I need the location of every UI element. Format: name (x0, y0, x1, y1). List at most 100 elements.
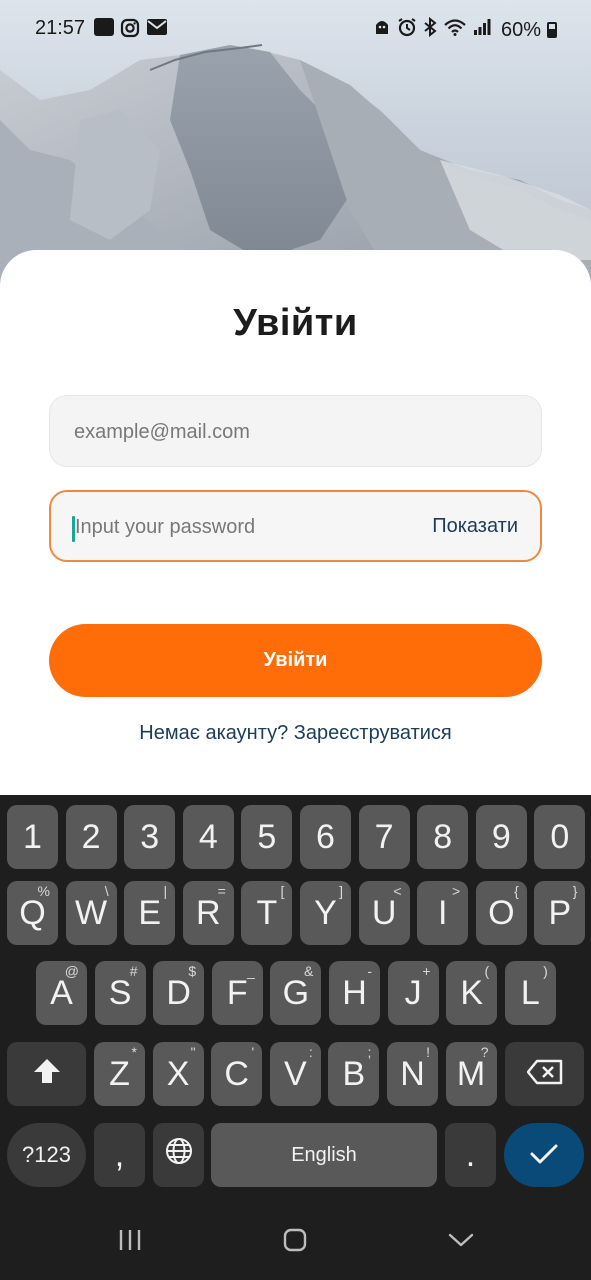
key-e[interactable]: E | (124, 881, 176, 945)
key-label: V (283, 1054, 307, 1093)
key-j[interactable]: J + (387, 961, 439, 1025)
key-label: D (166, 973, 191, 1012)
key-alt-symbol: ? (480, 1044, 489, 1060)
key-n[interactable]: N! (387, 1042, 438, 1106)
key-alt-symbol: = (217, 883, 226, 899)
key-label: C (224, 1054, 249, 1093)
comma-key[interactable]: , (94, 1123, 145, 1187)
key-alt-symbol: - (367, 963, 372, 979)
backspace-key[interactable] (505, 1042, 584, 1106)
key-alt-symbol: ] (339, 883, 343, 899)
key-9[interactable]: 9 (475, 805, 527, 869)
key-v[interactable]: V: (269, 1042, 321, 1106)
bluetooth-icon (423, 16, 437, 43)
key-label: L (520, 973, 540, 1012)
email-input[interactable] (72, 396, 406, 468)
key-5[interactable]: 5 (241, 805, 293, 869)
key-g[interactable]: G & (270, 961, 322, 1025)
key-alt-symbol: " (190, 1044, 196, 1060)
email-field[interactable] (49, 395, 542, 468)
password-input[interactable] (73, 492, 407, 562)
battery-percent: 60% (500, 18, 541, 41)
key-label: K (460, 973, 484, 1012)
key-s[interactable]: S # (94, 961, 146, 1025)
keyboard-row-qwerty: Q% W \ E | R = T[Y] U < I > O{P} (0, 881, 591, 945)
key-label: E (138, 893, 162, 932)
key-alt-symbol: ( (484, 963, 490, 979)
show-password-button[interactable]: Показати (432, 492, 518, 560)
key-alt-symbol: | (163, 883, 168, 899)
language-key[interactable] (153, 1123, 204, 1187)
key-label: 5 (257, 817, 277, 856)
alarm-icon (397, 17, 417, 43)
key-alt-symbol: & (304, 963, 314, 979)
key-label: S (108, 973, 132, 1012)
key-label: 7 (374, 817, 394, 856)
key-alt-symbol: * (131, 1044, 137, 1060)
key-q[interactable]: Q% (7, 881, 58, 945)
key-label: B (342, 1054, 366, 1093)
key-d[interactable]: D $ (153, 961, 205, 1025)
status-bar: 21:57 60% (0, 0, 591, 58)
key-alt-symbol: } (572, 883, 578, 899)
key-a[interactable]: A @ (36, 961, 87, 1025)
key-8[interactable]: 8 (417, 805, 469, 869)
key-w[interactable]: W \ (65, 881, 117, 945)
key-t[interactable]: T[ (241, 881, 293, 945)
key-label: Q (19, 893, 46, 932)
key-z[interactable]: Z * (94, 1042, 145, 1106)
key-alt-symbol: ' (251, 1044, 255, 1060)
key-i[interactable]: I > (417, 881, 469, 945)
key-alt-symbol: + (422, 963, 431, 979)
globe-icon (164, 1136, 194, 1175)
key-alt-symbol: $ (188, 963, 197, 979)
shift-key[interactable] (7, 1042, 86, 1106)
key-y[interactable]: Y] (300, 881, 351, 945)
register-link[interactable]: Немає акаунту? Зареєструватися (0, 722, 591, 745)
key-4[interactable]: 4 (182, 805, 234, 869)
key-6[interactable]: 6 (300, 805, 351, 869)
key-3[interactable]: 3 (124, 805, 176, 869)
key-l[interactable]: L) (504, 961, 556, 1025)
key-alt-symbol: ) (543, 963, 548, 979)
symbols-key[interactable]: ?123 (7, 1123, 86, 1187)
key-k[interactable]: K( (446, 961, 498, 1025)
key-0[interactable]: 0 (534, 805, 586, 869)
key-label: O (488, 893, 515, 932)
enter-key[interactable] (504, 1123, 584, 1187)
login-button[interactable]: Увійти (49, 624, 542, 697)
key-alt-symbol: [ (280, 883, 285, 899)
key-alt-symbol: # (129, 963, 138, 979)
key-c[interactable]: C ' (211, 1042, 263, 1106)
key-r[interactable]: R = (182, 881, 234, 945)
on-screen-keyboard: 1234567890 Q% W \ E | R = T[Y] U < I > O{P} A @ S # D $ F _… (0, 795, 591, 1200)
recent-apps-button[interactable] (100, 1222, 160, 1262)
page-title: Увійти (233, 302, 358, 344)
key-alt-symbol: \ (104, 883, 109, 899)
back-button[interactable] (431, 1222, 491, 1262)
key-p[interactable]: P} (534, 881, 586, 945)
key-7[interactable]: 7 (358, 805, 410, 869)
key-alt-symbol: ; (367, 1044, 372, 1060)
key-2[interactable]: 2 (65, 805, 117, 869)
key-label: M (456, 1054, 486, 1093)
keyboard-row-bottom: ?123 , English . (0, 1123, 591, 1187)
key-b[interactable]: B; (328, 1042, 380, 1106)
instagram-icon (120, 18, 140, 44)
key-h[interactable]: H- (329, 961, 380, 1025)
key-f[interactable]: F _ (211, 961, 263, 1025)
password-field[interactable]: Показати (49, 490, 542, 562)
key-label: F (226, 973, 248, 1012)
home-button[interactable] (265, 1222, 325, 1262)
key-u[interactable]: U < (358, 881, 410, 945)
key-1[interactable]: 1 (7, 805, 58, 869)
key-o[interactable]: O{ (475, 881, 527, 945)
period-key[interactable]: . (445, 1123, 496, 1187)
shift-icon (32, 1055, 62, 1094)
signal-icon (473, 18, 491, 42)
key-m[interactable]: M? (445, 1042, 497, 1106)
key-label: 8 (433, 817, 453, 856)
space-key[interactable]: English (211, 1123, 437, 1187)
key-x[interactable]: X " (152, 1042, 204, 1106)
key-label: R (196, 893, 221, 932)
